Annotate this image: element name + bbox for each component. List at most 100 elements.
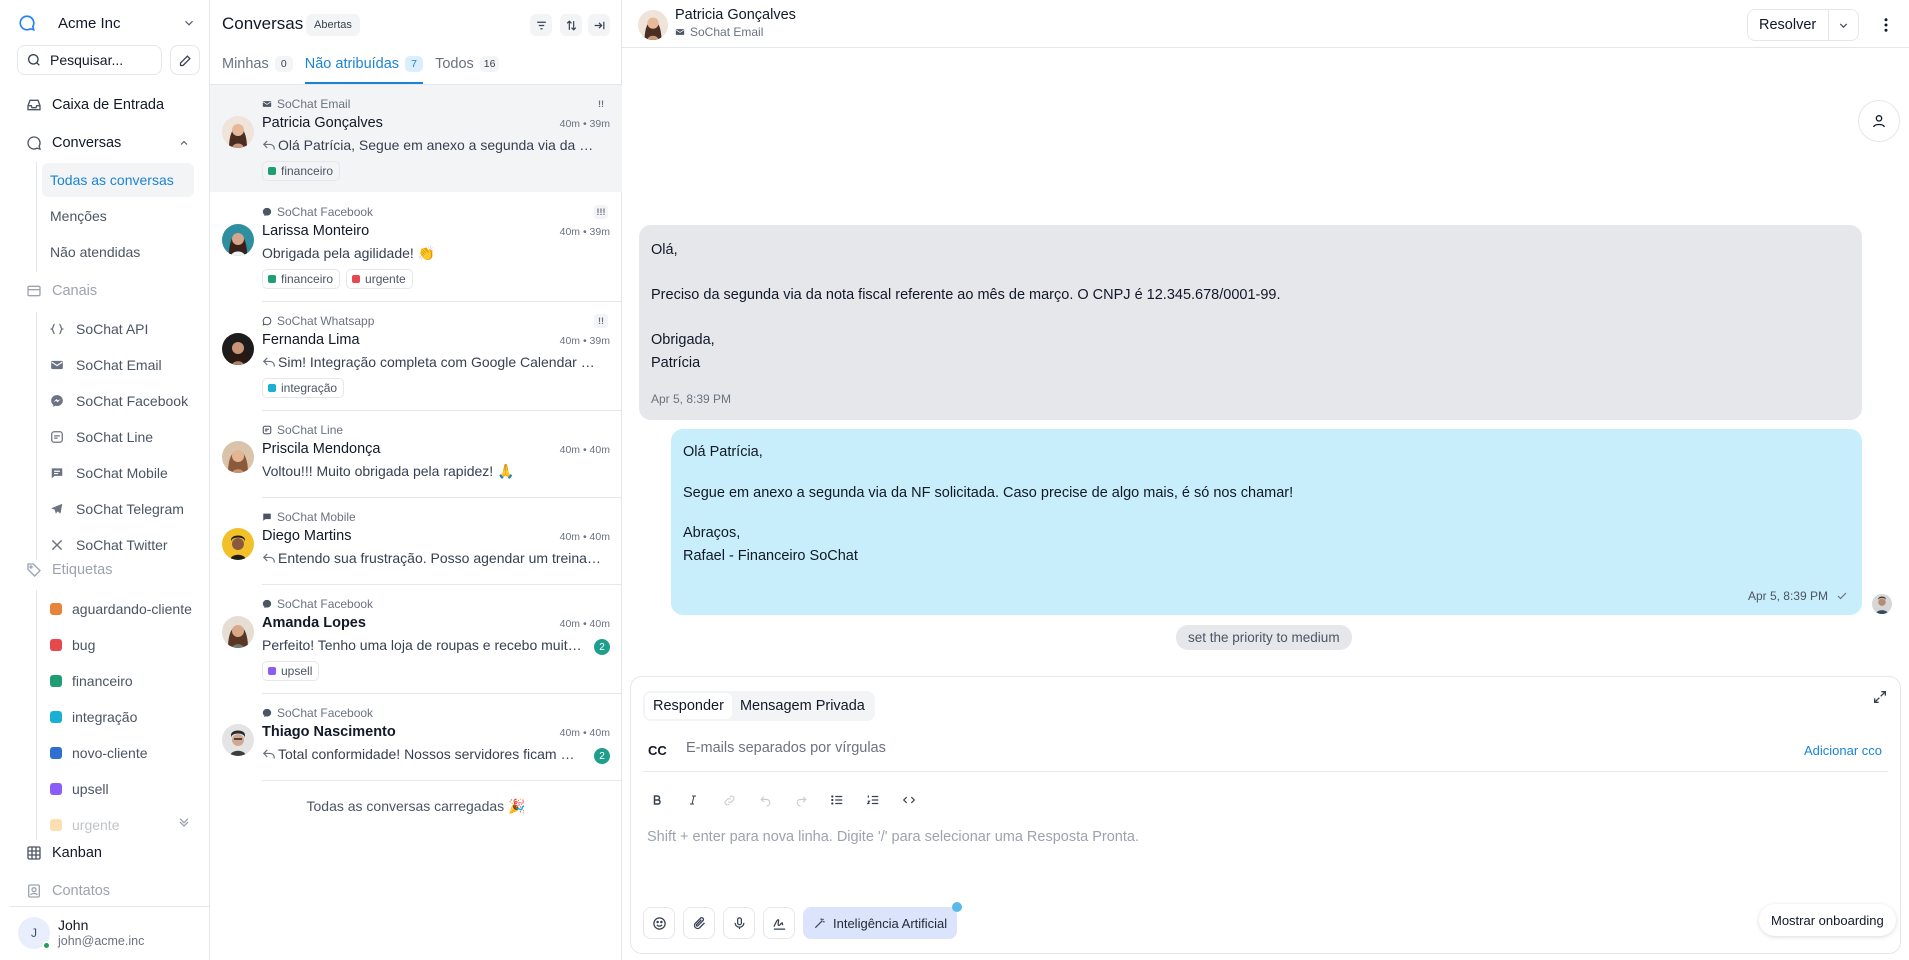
label-swatch <box>50 711 62 723</box>
attach-button[interactable] <box>683 907 715 939</box>
avatar[interactable] <box>638 10 668 40</box>
conversation-item[interactable]: SoChat Mobile Diego Martins 40m • 40m En… <box>210 498 622 585</box>
channel-item[interactable]: SoChat Mobile <box>42 456 194 490</box>
reply-actions: Inteligência Artificial <box>643 902 963 939</box>
collapse-panel-button[interactable] <box>588 14 610 36</box>
audio-button[interactable] <box>723 907 755 939</box>
inbox-name: SoChat Email <box>262 97 350 111</box>
contact-name[interactable]: Patricia Gonçalves <box>675 7 796 23</box>
nav-contacts-label: Contatos <box>52 883 111 899</box>
conversation-item[interactable]: SoChat Facebook !!! Larissa Monteiro 40m… <box>210 193 622 302</box>
show-onboarding-button[interactable]: Mostrar onboarding <box>1759 904 1896 936</box>
reply-box: Responder Mensagem Privada CC Adicionar … <box>630 676 1901 954</box>
channel-label: SoChat Line <box>76 429 154 445</box>
inbox-label: SoChat Facebook <box>277 597 374 611</box>
code-icon[interactable] <box>895 789 923 811</box>
channel-item[interactable]: SoChat Telegram <box>42 492 194 526</box>
message-text: Voltou!!! Muito obrigada pela rapidez! 🙏 <box>262 463 515 479</box>
account-switcher[interactable]: Acme Inc <box>18 10 196 36</box>
contact-details-button[interactable] <box>1858 100 1900 142</box>
label-item[interactable]: integração <box>42 700 194 734</box>
conversation-item[interactable]: SoChat Whatsapp !! Fernanda Lima 40m • 3… <box>210 302 622 411</box>
double-chevron-down-icon[interactable] <box>176 814 192 830</box>
tab-unassigned[interactable]: Não atribuídas 7 <box>304 50 424 84</box>
cc-input[interactable] <box>686 740 1186 756</box>
search-input[interactable] <box>50 52 160 68</box>
numbered-list-icon[interactable] <box>859 789 887 811</box>
formatting-toolbar <box>643 789 923 811</box>
signature-button[interactable] <box>763 907 795 939</box>
expand-icon[interactable] <box>1872 689 1888 705</box>
tree-line <box>36 590 37 840</box>
conversation-item[interactable]: SoChat Line Priscila Mendonça 40m • 40m … <box>210 411 622 498</box>
search-box <box>17 45 162 75</box>
timestamp: 40m • 40m <box>559 618 610 630</box>
ai-assistant-button[interactable]: Inteligência Artificial <box>803 902 963 939</box>
label-item[interactable]: bug <box>42 628 194 662</box>
label-item[interactable]: aguardando-cliente <box>42 592 194 626</box>
inbox-icon <box>26 97 42 113</box>
tag-icon <box>26 562 42 578</box>
grid-icon <box>26 845 42 861</box>
tab-all[interactable]: Todos 16 <box>435 50 500 84</box>
channel-item[interactable]: SoChat Line <box>42 420 194 454</box>
channel-label: SoChat Email <box>76 357 162 373</box>
email-icon <box>675 27 685 37</box>
label-item[interactable]: financeiro <box>42 664 194 698</box>
nav-inbox[interactable]: Caixa de Entrada <box>14 88 196 122</box>
status-badge[interactable]: Abertas <box>306 14 360 36</box>
tab-reply[interactable]: Responder <box>645 693 732 719</box>
redo-icon[interactable] <box>787 789 815 811</box>
line-icon <box>262 425 272 435</box>
nav-kanban[interactable]: Kanban <box>14 836 196 870</box>
tab-count: 16 <box>479 56 500 72</box>
message-preview: Total conformidade! Nossos servidores fi… <box>262 746 582 762</box>
sort-button[interactable] <box>560 14 582 36</box>
add-bcc-link[interactable]: Adicionar cco <box>1804 743 1882 758</box>
nav-labels[interactable]: Etiquetas <box>14 553 196 587</box>
channel-item[interactable]: SoChat Facebook <box>42 384 194 418</box>
tab-private-note[interactable]: Mensagem Privada <box>732 693 873 719</box>
compose-button[interactable] <box>170 45 200 75</box>
chat-icon <box>50 466 64 480</box>
nav-unattended[interactable]: Não atendidas <box>42 235 194 269</box>
conversation-item[interactable]: SoChat Email !! Patricia Gonçalves 40m •… <box>210 85 622 192</box>
contact-name: Diego Martins <box>262 528 352 544</box>
resolve-button[interactable]: Resolver <box>1748 10 1828 40</box>
nav-conversations[interactable]: Conversas <box>14 126 196 160</box>
conversation-tabs: Minhas 0 Não atribuídas 7 Todos 16 <box>222 50 511 84</box>
bullet-list-icon[interactable] <box>823 789 851 811</box>
label-chip: financeiro <box>262 269 341 289</box>
message-timestamp: Apr 5, 8:39 PM <box>1748 589 1848 603</box>
italic-icon[interactable] <box>679 789 707 811</box>
chevron-up-icon[interactable] <box>178 137 190 149</box>
bold-icon[interactable] <box>643 789 671 811</box>
emoji-button[interactable] <box>643 907 675 939</box>
undo-icon[interactable] <box>751 789 779 811</box>
label-text: financeiro <box>281 164 334 178</box>
conversation-item[interactable]: SoChat Facebook Thiago Nascimento 40m • … <box>210 694 622 781</box>
user-menu[interactable]: J John john@acme.inc <box>18 913 198 953</box>
message-preview: Obrigada pela agilidade! 👏 <box>262 245 602 262</box>
label-item[interactable]: novo-cliente <box>42 736 194 770</box>
filter-button[interactable] <box>530 14 552 36</box>
resolve-options-button[interactable] <box>1828 10 1858 40</box>
label-item[interactable]: upsell <box>42 772 194 806</box>
inbox-label: SoChat Facebook <box>277 205 374 219</box>
tab-mine[interactable]: Minhas 0 <box>222 50 293 84</box>
link-icon[interactable] <box>715 789 743 811</box>
conversation-item[interactable]: SoChat Facebook Amanda Lopes 40m • 40m P… <box>210 585 622 694</box>
channel-item[interactable]: SoChat Email <box>42 348 194 382</box>
nav-all-conversations[interactable]: Todas as conversas <box>42 163 194 197</box>
nav-contacts[interactable]: Contatos <box>14 874 196 908</box>
nav-mentions[interactable]: Menções <box>42 199 194 233</box>
more-options-icon[interactable] <box>1877 16 1895 34</box>
message-text: Olá Patrícia, Segue em anexo a segunda v… <box>278 137 602 153</box>
nav-channels[interactable]: Canais <box>14 274 196 308</box>
message-editor[interactable]: Shift + enter para nova linha. Digite '/… <box>647 829 1139 845</box>
contact-name: Larissa Monteiro <box>262 223 370 239</box>
channel-item[interactable]: SoChat API <box>42 312 194 346</box>
contact-name: Priscila Mendonça <box>262 441 381 457</box>
label-swatch <box>50 675 62 687</box>
incoming-message: Olá, Preciso da segunda via da nota fisc… <box>639 225 1862 420</box>
